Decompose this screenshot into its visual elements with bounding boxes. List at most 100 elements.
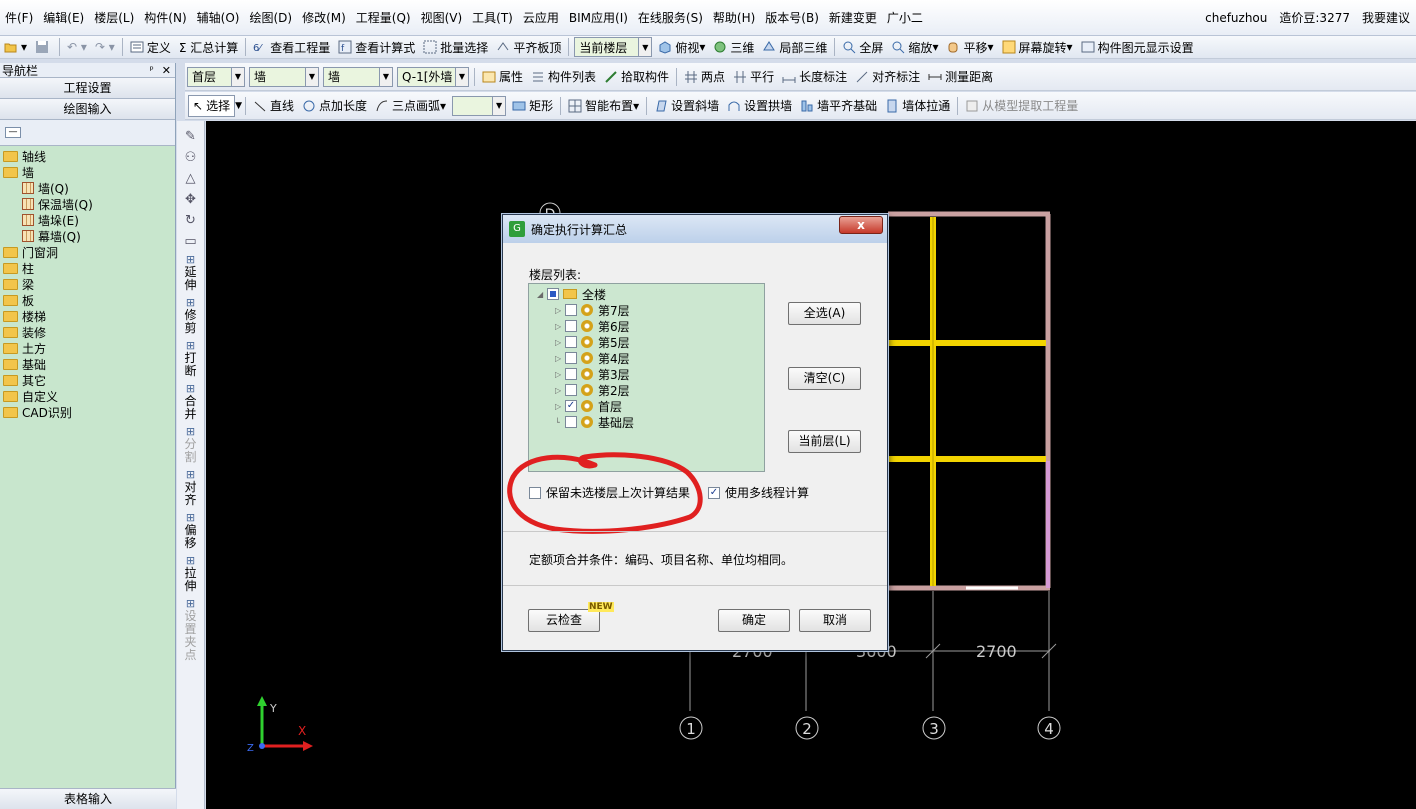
tree-item[interactable]: 幕墙(Q) xyxy=(0,228,175,244)
menu-item[interactable]: 楼层(L) xyxy=(89,0,139,36)
smart-layout-button[interactable]: 智能布置 ▾ xyxy=(564,92,643,119)
expand-arrow-icon[interactable]: ▷ xyxy=(555,386,565,395)
cloud-check-button[interactable]: 云检查 xyxy=(528,609,600,632)
menu-item[interactable]: 帮助(H) xyxy=(708,0,760,36)
menu-item[interactable]: 辅轴(O) xyxy=(192,0,245,36)
parallel-button[interactable]: 平行 xyxy=(729,63,778,90)
checkbox[interactable] xyxy=(565,304,577,316)
wall-pull-button[interactable]: 墙体拉通 xyxy=(881,92,954,119)
rotate-button[interactable]: 屏幕旋转 ▾ xyxy=(998,36,1077,58)
pan-button[interactable]: 平移 ▾ xyxy=(942,36,997,58)
batch-select-button[interactable]: 批量选择 xyxy=(419,36,492,58)
collapse-arrow-icon[interactable]: ◢ xyxy=(537,290,547,299)
menu-item[interactable]: 编辑(E) xyxy=(38,0,89,36)
zoom-button[interactable]: 缩放 ▾ xyxy=(887,36,942,58)
menu-item[interactable]: 视图(V) xyxy=(416,0,468,36)
tree-item[interactable]: 楼梯 xyxy=(0,308,175,324)
floor-item[interactable]: ▷ 第7层 xyxy=(555,302,630,318)
tree-item[interactable]: 板 xyxy=(0,292,175,308)
pin-icon[interactable]: ᵖ xyxy=(149,65,153,76)
chevron-down-icon[interactable]: ▼ xyxy=(235,101,242,111)
project-settings-button[interactable]: 工程设置 xyxy=(0,78,175,99)
menu-item[interactable]: 云应用 xyxy=(518,0,564,36)
undo-button[interactable]: ↶ ▾ xyxy=(63,36,91,58)
save-button[interactable] xyxy=(31,36,56,58)
modify-tool-icon[interactable]: ✎ xyxy=(185,129,196,144)
vtool-button[interactable]: ⊞ 延伸 xyxy=(184,253,196,292)
checkbox-partial[interactable] xyxy=(547,288,559,300)
cost-beans[interactable]: 造价豆:3277 xyxy=(1273,9,1356,26)
vtool-button[interactable]: ⊞ 合并 xyxy=(184,382,196,421)
vtool-button[interactable]: ⊞ 分割 xyxy=(184,425,196,464)
floor-item[interactable]: ▷ 第2层 xyxy=(555,382,630,398)
floor-item[interactable]: ▷ 第4层 xyxy=(555,350,630,366)
floor-root-item[interactable]: ◢ 全楼 xyxy=(537,286,606,302)
align-slab-button[interactable]: 平齐板顶 xyxy=(492,36,565,58)
vtool-button[interactable]: ⊞ 偏移 xyxy=(184,511,196,550)
expand-arrow-icon[interactable]: ▷ xyxy=(555,306,565,315)
axis-bubble-4[interactable]: 4 xyxy=(1037,716,1061,740)
tree-item[interactable]: 门窗洞 xyxy=(0,244,175,260)
axis-bubble-3[interactable]: 3 xyxy=(922,716,946,740)
drawing-input-button[interactable]: 绘图输入 xyxy=(0,99,175,120)
suggest-button[interactable]: 我要建议 xyxy=(1356,9,1416,26)
floor-combo[interactable]: 首层 ▼ xyxy=(187,66,245,87)
multithread-checkbox[interactable]: ✓ 使用多线程计算 xyxy=(708,484,809,501)
expand-arrow-icon[interactable]: ▷ xyxy=(555,402,565,411)
tree-item[interactable]: 土方 xyxy=(0,340,175,356)
expand-arrow-icon[interactable]: ▷ xyxy=(555,370,565,379)
modify-tool-icon[interactable]: ▭ xyxy=(184,234,196,249)
collapse-all-icon[interactable]: — xyxy=(5,127,21,138)
arc-option-combo[interactable]: ▼ xyxy=(452,95,507,116)
tree-item[interactable]: 其它 xyxy=(0,372,175,388)
rect-button[interactable]: 矩形 xyxy=(508,92,557,119)
measure-button[interactable]: 测量距离 xyxy=(924,63,997,90)
menu-item[interactable]: 工程量(Q) xyxy=(351,0,416,36)
tree-item[interactable]: 梁 xyxy=(0,276,175,292)
checkbox[interactable] xyxy=(565,416,577,428)
menu-item[interactable]: 新建变更 xyxy=(824,0,882,36)
close-icon[interactable]: ✕ xyxy=(162,64,171,77)
expand-arrow-icon[interactable]: ▷ xyxy=(555,354,565,363)
modify-tool-icon[interactable]: ✥ xyxy=(185,192,196,207)
two-points-button[interactable]: 两点 xyxy=(680,63,729,90)
menu-item[interactable]: 广小二 xyxy=(882,0,928,36)
vtool-button[interactable]: ⊞ 对齐 xyxy=(184,468,196,507)
close-button[interactable]: x xyxy=(839,216,883,234)
vtool-button[interactable]: ⊞ 设置夹点 xyxy=(184,597,196,662)
checkbox-checked[interactable]: ✓ xyxy=(565,400,577,412)
point-length-button[interactable]: 点加长度 xyxy=(298,92,371,119)
menu-item[interactable]: 在线服务(S) xyxy=(633,0,708,36)
tree-item[interactable]: CAD识别 xyxy=(0,404,175,420)
view-formula-button[interactable]: f 查看计算式 xyxy=(334,36,419,58)
menu-item[interactable]: 工具(T) xyxy=(467,0,518,36)
expand-arrow-icon[interactable]: └ xyxy=(555,418,565,427)
ok-button[interactable]: 确定 xyxy=(718,609,790,632)
view-quantity-button[interactable]: 6⁄ 查看工程量 xyxy=(249,36,334,58)
axis-bubble-2[interactable]: 2 xyxy=(795,716,819,740)
modify-tool-icon[interactable]: ⚇ xyxy=(185,150,197,165)
current-floor-button[interactable]: 当前层(L) xyxy=(788,430,861,453)
open-button[interactable]: ▾ xyxy=(0,36,31,58)
modify-tool-icon[interactable]: ↻ xyxy=(185,213,196,228)
expand-arrow-icon[interactable]: ▷ xyxy=(555,322,565,331)
tree-item[interactable]: 墙 xyxy=(0,164,175,180)
axis-bubble-1[interactable]: 1 xyxy=(679,716,703,740)
table-input-button[interactable]: 表格输入 xyxy=(0,788,176,809)
tree-item[interactable]: 保温墙(Q) xyxy=(0,196,175,212)
menu-item[interactable]: BIM应用(I) xyxy=(564,0,633,36)
subtype-combo[interactable]: 墙 ▼ xyxy=(323,66,393,87)
checkbox[interactable] xyxy=(565,336,577,348)
checkbox[interactable] xyxy=(565,368,577,380)
tree-item[interactable]: 装修 xyxy=(0,324,175,340)
floor-item[interactable]: ▷ 第3层 xyxy=(555,366,630,382)
length-dim-button[interactable]: 长度标注 xyxy=(778,63,851,90)
dialog-title-bar[interactable]: G 确定执行计算汇总 x xyxy=(503,215,887,243)
vtool-button[interactable]: ⊞ 修剪 xyxy=(184,296,196,335)
element-list-button[interactable]: 构件列表 xyxy=(527,63,600,90)
modify-tool-icon[interactable]: △ xyxy=(185,171,195,186)
fullscreen-button[interactable]: 全屏 xyxy=(838,36,887,58)
define-button[interactable]: 定义 xyxy=(126,36,175,58)
expand-arrow-icon[interactable]: ▷ xyxy=(555,338,565,347)
tree-item[interactable]: 轴线 xyxy=(0,148,175,164)
